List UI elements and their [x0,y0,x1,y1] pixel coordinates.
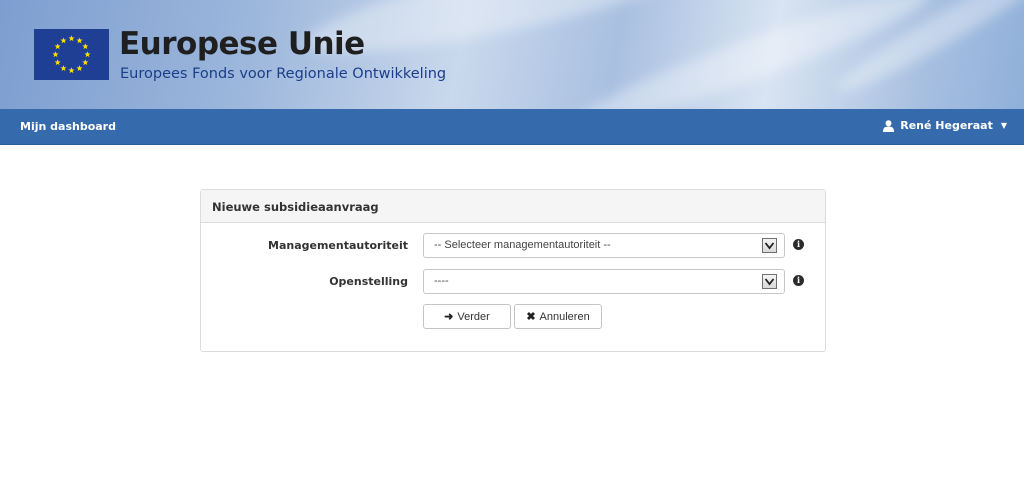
flag-star [76,37,83,44]
cancel-button-label: Annuleren [539,310,590,323]
openstelling-label: Openstelling [329,275,408,288]
chevron-down-icon [762,274,777,289]
arrow-right-icon: ➜ [444,311,454,323]
user-menu[interactable]: René Hegeraat ▼ [883,119,1007,132]
managementautoriteit-info-icon[interactable]: i [793,239,804,250]
openstelling-select[interactable]: ---- [423,269,785,294]
flag-star [54,43,61,50]
flag-star [82,43,89,50]
brand-subtitle: Europees Fonds voor Regionale Ontwikkeli… [120,66,447,82]
panel-title: Nieuwe subsidieaanvraag [201,190,825,223]
close-icon: ✖ [526,311,536,323]
flag-star [60,37,67,44]
openstelling-info-icon[interactable]: i [793,275,804,286]
flag-star [76,65,83,71]
managementautoriteit-label: Managementautoriteit [268,239,408,252]
caret-down-icon: ▼ [1000,121,1007,130]
flag-star [82,59,89,66]
managementautoriteit-value: -- Selecteer managementautoriteit -- [434,239,611,251]
managementautoriteit-select[interactable]: -- Selecteer managementautoriteit -- [423,233,785,258]
next-button-label: Verder [457,310,490,323]
openstelling-value: ---- [434,275,449,287]
eu-flag-icon [34,29,109,80]
flag-star [68,35,75,42]
new-subsidy-panel: Nieuwe subsidieaanvraag Managementautori… [200,189,826,352]
next-button[interactable]: ➜ Verder [423,304,511,329]
flag-star [60,65,67,71]
flag-star [54,59,61,66]
nav-my-dashboard[interactable]: Mijn dashboard [20,120,116,133]
flag-star [68,67,75,74]
chevron-down-icon [762,238,777,253]
user-name: René Hegeraat [900,119,993,132]
top-navbar: Mijn dashboard René Hegeraat ▼ [0,109,1024,145]
user-icon [883,119,895,132]
site-header: Europese Unie Europees Fonds voor Region… [0,0,1024,109]
flag-star [84,51,91,58]
cancel-button[interactable]: ✖ Annuleren [514,304,602,329]
brand-title: Europese Unie [119,26,365,62]
flag-star [52,51,59,58]
